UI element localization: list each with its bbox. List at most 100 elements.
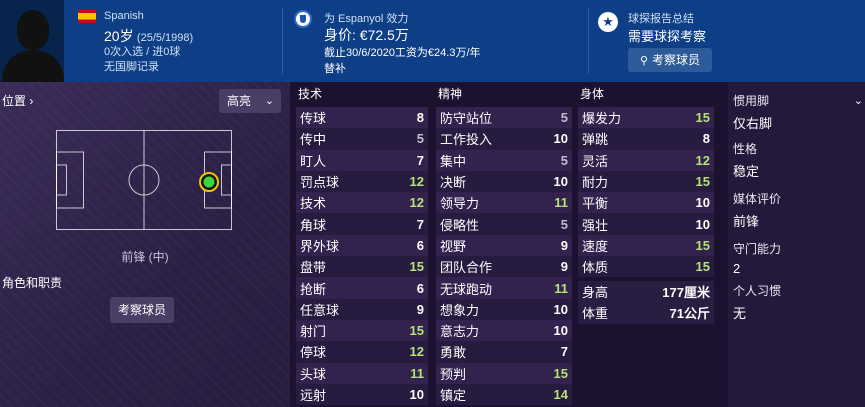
attribute-row[interactable]: 平衡 10 xyxy=(578,192,714,214)
avatar-head xyxy=(17,10,49,50)
nationality: Spanish xyxy=(104,10,144,22)
attribute-row[interactable]: 任意球 9 xyxy=(296,298,428,320)
attribute-value: 15 xyxy=(695,110,710,126)
attribute-row[interactable]: 罚点球 12 xyxy=(296,170,428,193)
player-header: Spanish 20岁 (25/5/1998) 0次入选 / 进0球 无国脚记录… xyxy=(0,0,865,82)
attribute-row[interactable]: 团队合作 9 xyxy=(436,256,572,278)
attribute-name: 罚点球 xyxy=(300,175,340,191)
attribute-value: 11 xyxy=(554,195,568,211)
weight-label: 体重 xyxy=(582,306,609,322)
player-value: 身价: €72.5万 xyxy=(324,27,409,43)
mental-list: 防守站位 5 工作投入 10 集中 5 决断 10 领导力 11 侵略性 5 视野 9 团队合作 9 无球跑动 1… xyxy=(436,107,572,406)
attribute-row[interactable]: 速度 15 xyxy=(578,234,714,257)
attribute-row[interactable]: 镇定 14 xyxy=(436,383,572,406)
attribute-name: 防守站位 xyxy=(440,111,493,127)
spain-flag-icon xyxy=(78,10,96,23)
role-scout-button[interactable]: 考察球员 xyxy=(110,297,174,323)
attribute-name: 强壮 xyxy=(582,217,609,233)
attribute-value: 15 xyxy=(409,259,424,275)
attribute-row[interactable]: 远射 10 xyxy=(296,383,428,406)
attribute-name: 盯人 xyxy=(300,153,327,169)
attribute-row[interactable]: 灵活 12 xyxy=(578,149,714,171)
attribute-row[interactable]: 强壮 10 xyxy=(578,213,714,235)
info-panel: ⌄ 惯用脚 仅右脚 性格 稳定 媒体评价 前锋 守门能力 2 个人习惯 无 xyxy=(728,82,865,407)
attribute-row[interactable]: 领导力 11 xyxy=(436,192,572,214)
attribute-value: 5 xyxy=(416,131,424,147)
chevron-down-icon[interactable]: ⌄ xyxy=(854,94,863,107)
squad-status: 替补 xyxy=(324,63,346,75)
habits-value: 无 xyxy=(733,306,747,321)
attribute-value: 15 xyxy=(409,323,424,339)
personality-value: 稳定 xyxy=(733,164,760,179)
height-label: 身高 xyxy=(582,285,609,301)
scout-title: 球探报告总结 xyxy=(628,13,694,25)
attribute-row[interactable]: 侵略性 5 xyxy=(436,213,572,235)
attribute-name: 盘带 xyxy=(300,260,327,276)
attribute-row[interactable]: 传球 8 xyxy=(296,107,428,129)
player-traits: 个人习惯 无 xyxy=(733,282,781,322)
attribute-name: 传球 xyxy=(300,111,327,127)
attribute-row[interactable]: 头球 11 xyxy=(296,362,428,384)
attribute-value: 10 xyxy=(409,387,424,402)
attribute-row[interactable]: 耐力 15 xyxy=(578,170,714,193)
attribute-row[interactable]: 停球 12 xyxy=(296,341,428,363)
divider xyxy=(282,8,283,74)
scout-player-button[interactable]: ⚲ 考察球员 xyxy=(628,48,712,72)
physical-title: 身体 xyxy=(580,87,605,101)
attribute-row[interactable]: 传中 5 xyxy=(296,128,428,150)
attribute-value: 7 xyxy=(560,344,568,360)
attribute-row[interactable]: 盘带 15 xyxy=(296,256,428,278)
star-icon: ★ xyxy=(598,12,618,32)
role-title: 角色和职责 xyxy=(2,276,63,290)
position-label: 前锋 (中) xyxy=(121,250,169,264)
attribute-name: 停球 xyxy=(300,345,327,361)
attribute-value: 12 xyxy=(409,195,424,211)
attribute-row[interactable]: 想象力 10 xyxy=(436,298,572,320)
attribute-name: 视野 xyxy=(440,238,467,254)
club-line[interactable]: 为 Espanyol 效力 xyxy=(324,10,408,26)
attribute-value: 8 xyxy=(416,110,424,126)
attribute-value: 5 xyxy=(560,216,568,232)
attribute-value: 6 xyxy=(416,237,424,253)
attribute-row[interactable]: 预判 15 xyxy=(436,362,572,384)
attribute-row[interactable]: 界外球 6 xyxy=(296,234,428,257)
height-row: 身高 177厘米 xyxy=(578,281,714,303)
attribute-row[interactable]: 爆发力 15 xyxy=(578,107,714,129)
attribute-name: 集中 xyxy=(440,153,467,169)
attribute-value: 12 xyxy=(695,152,710,168)
attribute-row[interactable]: 工作投入 10 xyxy=(436,128,572,150)
scout-button-label: 考察球员 xyxy=(652,53,701,67)
attribute-row[interactable]: 无球跑动 11 xyxy=(436,277,572,299)
attribute-value: 7 xyxy=(416,152,424,168)
attribute-name: 传中 xyxy=(300,132,327,148)
technical-title: 技术 xyxy=(298,87,323,101)
attribute-row[interactable]: 勇敢 7 xyxy=(436,341,572,363)
attribute-row[interactable]: 盯人 7 xyxy=(296,149,428,171)
attribute-row[interactable]: 弹跳 8 xyxy=(578,128,714,150)
avatar-body xyxy=(2,50,64,82)
attribute-value: 9 xyxy=(416,301,424,317)
attribute-row[interactable]: 集中 5 xyxy=(436,149,572,171)
attribute-row[interactable]: 体质 15 xyxy=(578,256,714,278)
highlight-dropdown[interactable]: 高亮 ⌄ xyxy=(219,89,281,113)
attribute-name: 技术 xyxy=(300,196,327,212)
attribute-row[interactable]: 意志力 10 xyxy=(436,319,572,342)
height-value: 177厘米 xyxy=(662,285,710,301)
body-measurements: 身高 177厘米 体重 71公斤 xyxy=(578,281,714,324)
attribute-value: 14 xyxy=(553,387,568,402)
attribute-value: 7 xyxy=(416,216,424,232)
attribute-name: 侵略性 xyxy=(440,217,480,233)
position-title[interactable]: 位置 › xyxy=(2,92,33,109)
attribute-row[interactable]: 角球 7 xyxy=(296,213,428,235)
attribute-row[interactable]: 防守站位 5 xyxy=(436,107,572,129)
media-label: 媒体评价 xyxy=(733,192,782,206)
attribute-row[interactable]: 决断 10 xyxy=(436,170,572,193)
attribute-row[interactable]: 抢断 6 xyxy=(296,277,428,299)
attribute-name: 射门 xyxy=(300,324,327,340)
attribute-row[interactable]: 技术 12 xyxy=(296,192,428,214)
attribute-row[interactable]: 视野 9 xyxy=(436,234,572,257)
attribute-name: 预判 xyxy=(440,366,467,382)
attribute-row[interactable]: 射门 15 xyxy=(296,319,428,342)
technical-list: 传球 8 传中 5 盯人 7 罚点球 12 技术 12 角球 7 界外球 6 盘带 15 抢断 6 任意球 9 射门 15… xyxy=(296,107,428,406)
attributes-panel: 技术 传球 8 传中 5 盯人 7 罚点球 12 技术 12 角球 7 界外球 6 盘带 15 抢断 6 任意球 9 射… xyxy=(290,82,728,407)
